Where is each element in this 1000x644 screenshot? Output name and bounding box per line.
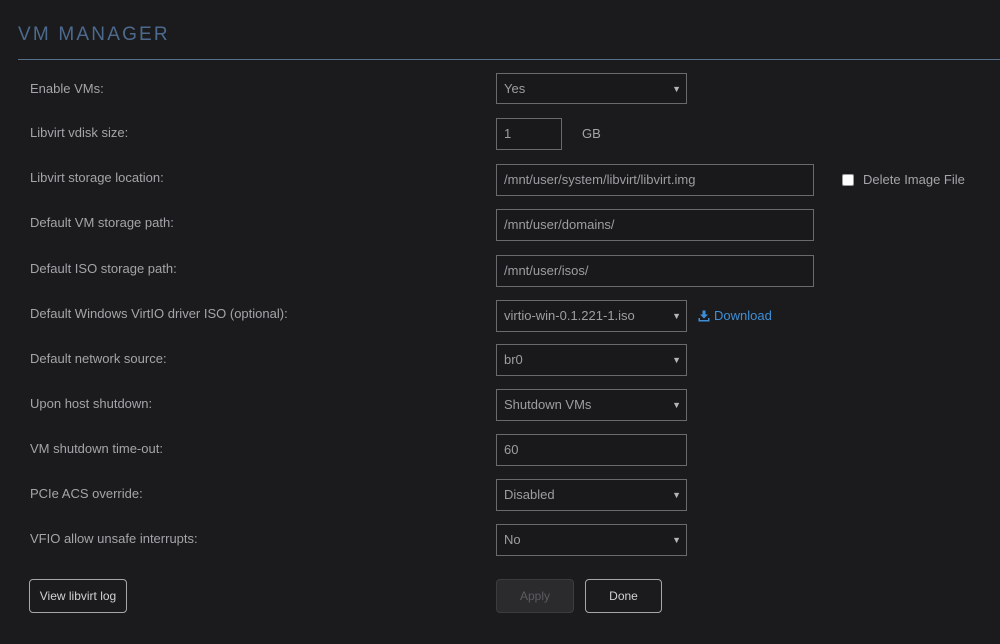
shutdown-timeout-value: 60 [504,442,519,457]
delete-image-file-label: Delete Image File [863,172,965,187]
iso-storage-path-input[interactable]: /mnt/user/isos/ [496,255,814,287]
iso-storage-path-value: /mnt/user/isos/ [504,263,589,278]
virtio-iso-select[interactable]: virtio-win-0.1.221-1.iso ▼ [496,300,687,332]
iso-storage-path-label: Default ISO storage path: [30,261,177,276]
enable-vms-label: Enable VMs: [30,81,104,96]
enable-vms-select[interactable]: Yes ▼ [496,73,687,104]
vfio-unsafe-select[interactable]: No ▼ [496,524,687,556]
vm-manager-page: VM MANAGER Enable VMs: Yes ▼ Libvirt vdi… [0,0,1000,644]
chevron-down-icon: ▼ [672,490,681,500]
vdisk-size-value: 1 [504,126,512,141]
download-link[interactable]: Download [698,308,772,323]
chevron-down-icon: ▼ [672,355,681,365]
host-shutdown-value: Shutdown VMs [504,397,592,412]
pcie-acs-label: PCIe ACS override: [30,486,143,501]
download-label: Download [714,308,772,323]
pcie-acs-value: Disabled [504,487,555,502]
download-icon [698,310,710,321]
virtio-iso-value: virtio-win-0.1.221-1.iso [504,308,635,323]
network-source-value: br0 [504,352,523,367]
vm-storage-path-value: /mnt/user/domains/ [504,217,615,232]
vdisk-size-input[interactable]: 1 [496,118,562,150]
host-shutdown-label: Upon host shutdown: [30,396,153,411]
delete-image-file-checkbox[interactable] [842,173,854,186]
shutdown-timeout-label: VM shutdown time-out: [30,441,163,456]
vm-storage-path-label: Default VM storage path: [30,215,174,230]
vdisk-size-label: Libvirt vdisk size: [30,125,129,140]
storage-location-input[interactable]: /mnt/user/system/libvirt/libvirt.img [496,164,814,196]
done-button[interactable]: Done [585,579,662,613]
delete-image-file-option[interactable]: Delete Image File [842,172,965,187]
pcie-acs-select[interactable]: Disabled ▼ [496,479,687,511]
vfio-unsafe-label: VFIO allow unsafe interrupts: [30,531,198,546]
network-source-select[interactable]: br0 ▼ [496,344,687,376]
page-title: VM MANAGER [18,24,170,45]
enable-vms-value: Yes [504,80,526,96]
apply-button[interactable]: Apply [496,579,574,613]
vm-storage-path-input[interactable]: /mnt/user/domains/ [496,209,814,241]
shutdown-timeout-input[interactable]: 60 [496,434,687,466]
network-source-label: Default network source: [30,351,167,366]
chevron-down-icon: ▼ [672,535,681,545]
vdisk-size-unit: GB [582,126,601,141]
chevron-down-icon: ▼ [672,83,681,94]
chevron-down-icon: ▼ [672,311,681,321]
virtio-iso-label: Default Windows VirtIO driver ISO (optio… [30,306,288,321]
host-shutdown-select[interactable]: Shutdown VMs ▼ [496,389,687,421]
storage-location-value: /mnt/user/system/libvirt/libvirt.img [504,172,696,187]
chevron-down-icon: ▼ [672,400,681,410]
storage-location-label: Libvirt storage location: [30,170,164,185]
view-libvirt-log-button[interactable]: View libvirt log [29,579,127,613]
title-divider [18,59,1000,60]
vfio-unsafe-value: No [504,532,521,547]
